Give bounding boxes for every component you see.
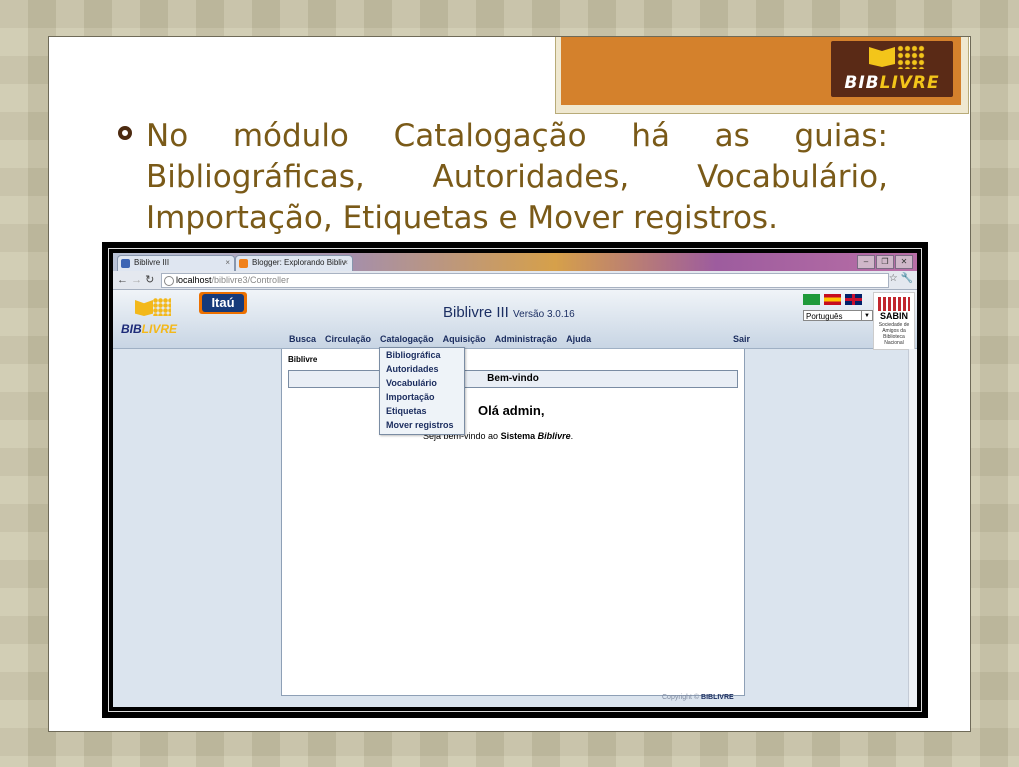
reload-icon[interactable]: ↻ <box>145 274 154 286</box>
sabin-logo: SABIN Sociedade de Amigos da Biblioteca … <box>873 292 915 350</box>
restore-icon[interactable]: ❐ <box>876 255 894 269</box>
menu-administracao[interactable]: Administração <box>495 334 558 344</box>
url-path: /biblivre3/Controller <box>211 275 290 285</box>
screenshot-border: Biblivre III × Blogger: Explorando Bibli… <box>108 248 922 712</box>
dropdown-item-importacao[interactable]: Importação <box>380 390 464 404</box>
language-select[interactable]: Português ▼ <box>803 310 873 321</box>
dropdown-item-autoridades[interactable]: Autoridades <box>380 362 464 376</box>
dropdown-item-vocabulario[interactable]: Vocabulário <box>380 376 464 390</box>
bullet-icon <box>118 126 132 140</box>
breadcrumb: Biblivre <box>288 355 318 364</box>
logo-banner-fill: BIBLIVRE <box>561 37 961 105</box>
web-page: BIBLIVRE Itaú Biblivre III Versão 3.0.16… <box>113 290 917 707</box>
screenshot-frame: Biblivre III × Blogger: Explorando Bibli… <box>102 242 928 718</box>
menu-aquisicao[interactable]: Aquisição <box>443 334 486 344</box>
biblivre-logo-text: BIBLIVRE <box>844 73 940 93</box>
logo-banner: BIBLIVRE <box>555 37 969 114</box>
dropdown-item-etiquetas[interactable]: Etiquetas <box>380 404 464 418</box>
app-header: BIBLIVRE Itaú Biblivre III Versão 3.0.16… <box>113 290 917 350</box>
menu-ajuda[interactable]: Ajuda <box>566 334 591 344</box>
catalogacao-dropdown: Bibliográfica Autoridades Vocabulário Im… <box>379 347 465 435</box>
browser-window: Biblivre III × Blogger: Explorando Bibli… <box>113 253 917 707</box>
biblivre-logo: BIBLIVRE <box>831 41 953 97</box>
address-tools: ☆ 🔧 <box>889 273 913 284</box>
window-controls: – ❐ ✕ <box>857 255 913 269</box>
minimize-icon[interactable]: – <box>857 255 875 269</box>
sabin-emblem-icon <box>878 297 910 311</box>
app-title: Biblivre III Versão 3.0.16 <box>443 304 575 321</box>
pixel-dots-icon <box>897 45 925 69</box>
uk-flag-icon[interactable] <box>845 294 862 305</box>
greeting: Olá admin, <box>478 403 545 418</box>
url-host: localhost <box>176 275 212 285</box>
main-content: Biblivre Bem-vindo Olá admin, Seja bem-v… <box>281 349 745 696</box>
pixel-dots-icon <box>153 298 171 316</box>
close-window-icon[interactable]: ✕ <box>895 255 913 269</box>
forward-icon[interactable]: → <box>131 274 142 286</box>
scrollbar[interactable] <box>908 349 917 707</box>
star-icon[interactable]: ☆ <box>889 273 898 284</box>
tab-blogger[interactable]: Blogger: Explorando Bibliv × <box>235 255 353 271</box>
address-bar: ← → ↻ localhost/biblivre3/Controller ☆ 🔧 <box>113 271 917 290</box>
tab-biblivre[interactable]: Biblivre III × <box>117 255 235 271</box>
menu-catalogacao[interactable]: Catalogação <box>380 334 434 344</box>
menu-circulacao[interactable]: Circulação <box>325 334 371 344</box>
itau-logo: Itaú <box>199 292 247 314</box>
spain-flag-icon[interactable] <box>824 294 841 305</box>
main-menu: Busca Circulação Catalogação Aquisição A… <box>289 334 591 344</box>
tab-label: Biblivre III <box>134 258 170 267</box>
book-icon <box>869 47 895 67</box>
url-field[interactable]: localhost/biblivre3/Controller <box>161 273 889 288</box>
browser-titlebar: Biblivre III × Blogger: Explorando Bibli… <box>113 253 917 271</box>
slide-body-text: No módulo Catalogação há as guias: Bibli… <box>146 118 888 236</box>
wrench-icon[interactable]: 🔧 <box>901 273 913 284</box>
biblivre-app-logo-text: BIBLIVRE <box>121 322 178 336</box>
blogger-favicon-icon <box>239 259 248 268</box>
welcome-header: Bem-vindo <box>288 370 738 388</box>
tab-label: Blogger: Explorando Bibliv <box>252 258 346 267</box>
globe-icon <box>164 276 174 286</box>
brazil-flag-icon[interactable] <box>803 294 820 305</box>
menu-busca[interactable]: Busca <box>289 334 316 344</box>
dropdown-item-mover-registros[interactable]: Mover registros <box>380 418 464 432</box>
close-icon[interactable]: × <box>343 256 348 270</box>
logout-link[interactable]: Sair <box>733 334 750 344</box>
book-icon <box>135 300 153 316</box>
dropdown-item-bibliografica[interactable]: Bibliográfica <box>380 348 464 362</box>
app-version: Versão 3.0.16 <box>513 309 575 320</box>
biblivre-app-logo: BIBLIVRE <box>119 296 189 340</box>
language-flags <box>803 294 862 305</box>
back-icon[interactable]: ← <box>117 274 128 286</box>
close-icon[interactable]: × <box>225 256 230 270</box>
nav-buttons: ← → ↻ <box>117 273 154 286</box>
biblivre-favicon-icon <box>121 259 130 268</box>
chevron-down-icon: ▼ <box>861 311 872 320</box>
copyright: Copyright © BIBLIVRE <box>662 694 734 701</box>
